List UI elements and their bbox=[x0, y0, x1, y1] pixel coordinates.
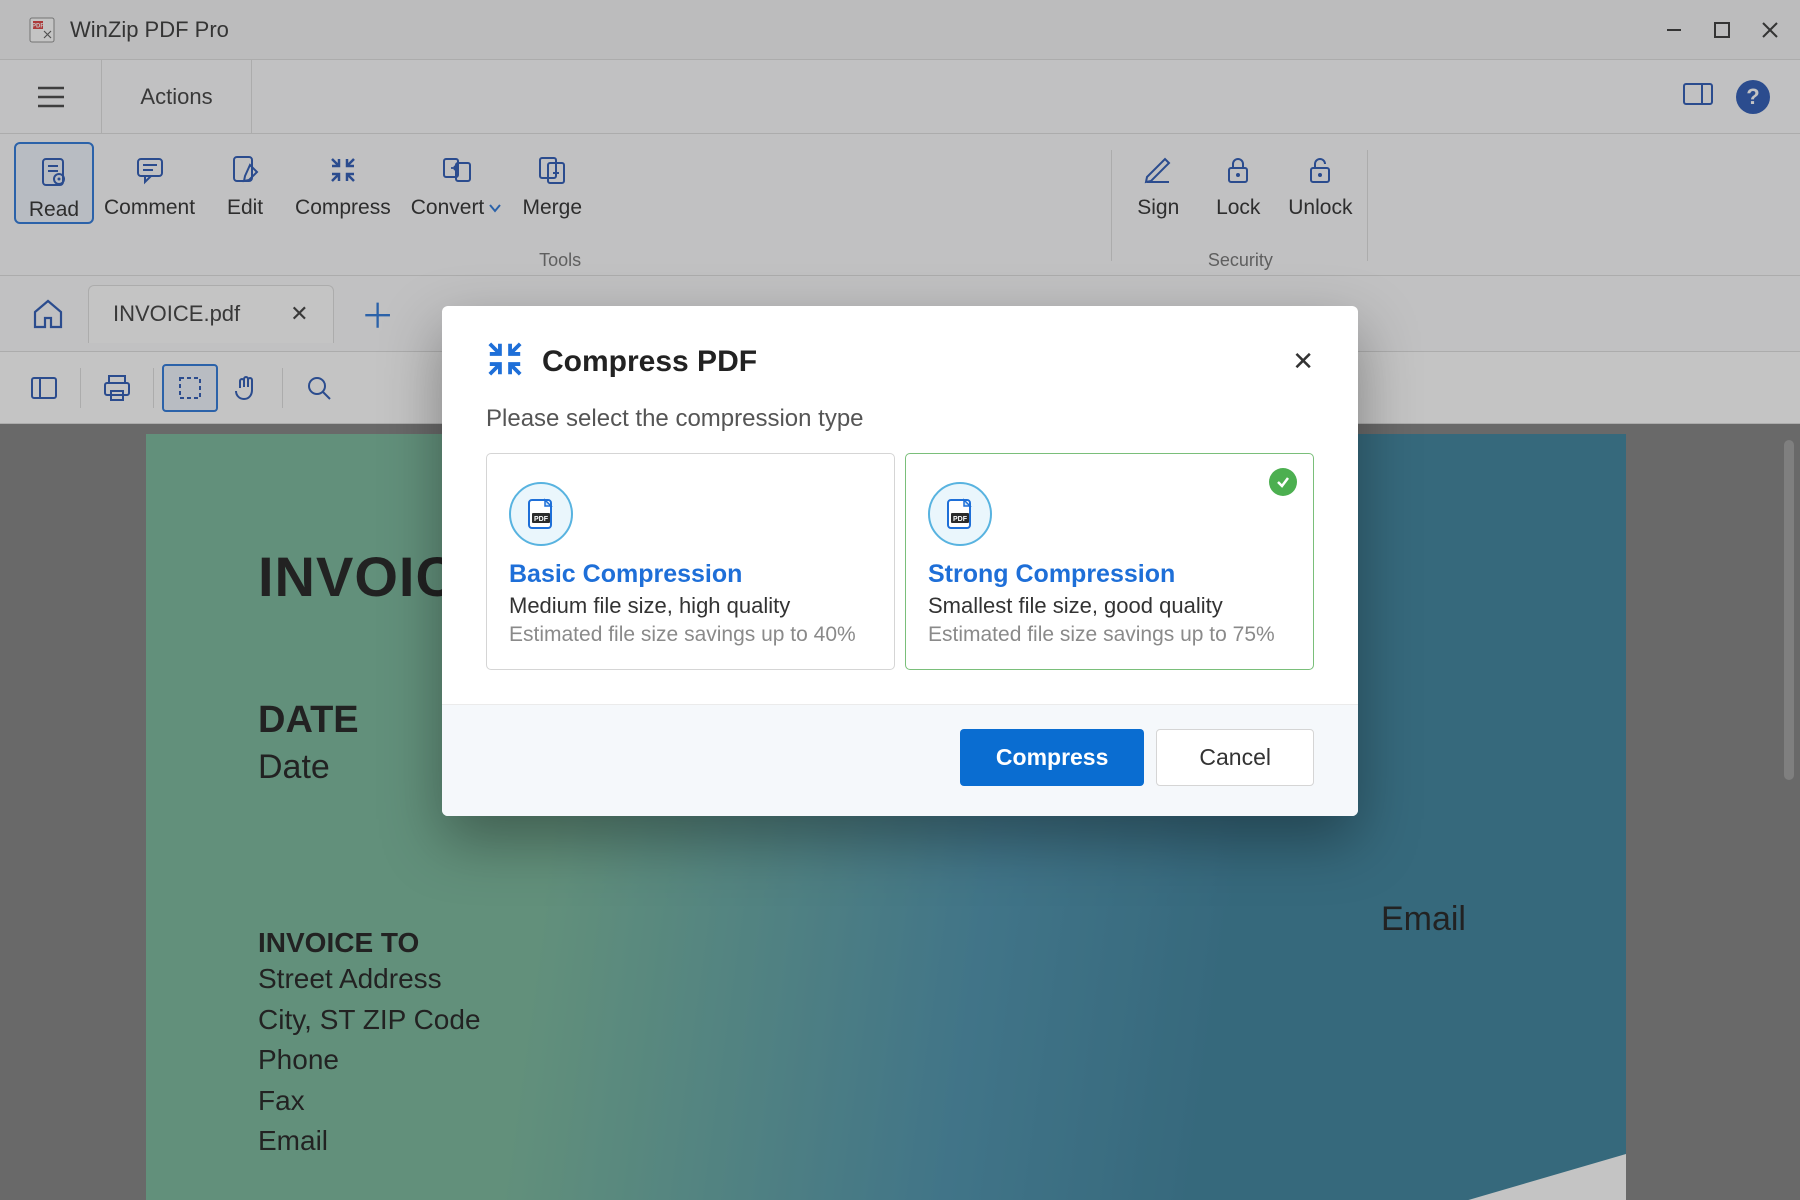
compress-pdf-dialog: Compress PDF ✕ Please select the compres… bbox=[442, 306, 1358, 816]
dialog-close-icon[interactable]: ✕ bbox=[1292, 346, 1314, 377]
option-desc: Smallest file size, good quality bbox=[928, 593, 1291, 619]
svg-text:PDF: PDF bbox=[534, 516, 549, 523]
cancel-button[interactable]: Cancel bbox=[1156, 729, 1314, 786]
pdf-icon: PDF bbox=[509, 482, 573, 546]
pdf-icon: PDF bbox=[928, 482, 992, 546]
option-title: Basic Compression bbox=[509, 560, 872, 589]
svg-text:PDF: PDF bbox=[953, 516, 968, 523]
dialog-title: Compress PDF bbox=[542, 345, 757, 379]
option-strong-compression[interactable]: PDF Strong Compression Smallest file siz… bbox=[905, 453, 1314, 670]
option-estimate: Estimated file size savings up to 75% bbox=[928, 623, 1291, 647]
compress-confirm-button[interactable]: Compress bbox=[960, 729, 1144, 786]
dialog-subtitle: Please select the compression type bbox=[442, 389, 1358, 453]
option-title: Strong Compression bbox=[928, 560, 1291, 589]
option-basic-compression[interactable]: PDF Basic Compression Medium file size, … bbox=[486, 453, 895, 670]
compress-icon bbox=[486, 340, 524, 383]
check-icon bbox=[1269, 468, 1297, 496]
option-estimate: Estimated file size savings up to 40% bbox=[509, 623, 872, 647]
option-desc: Medium file size, high quality bbox=[509, 593, 872, 619]
